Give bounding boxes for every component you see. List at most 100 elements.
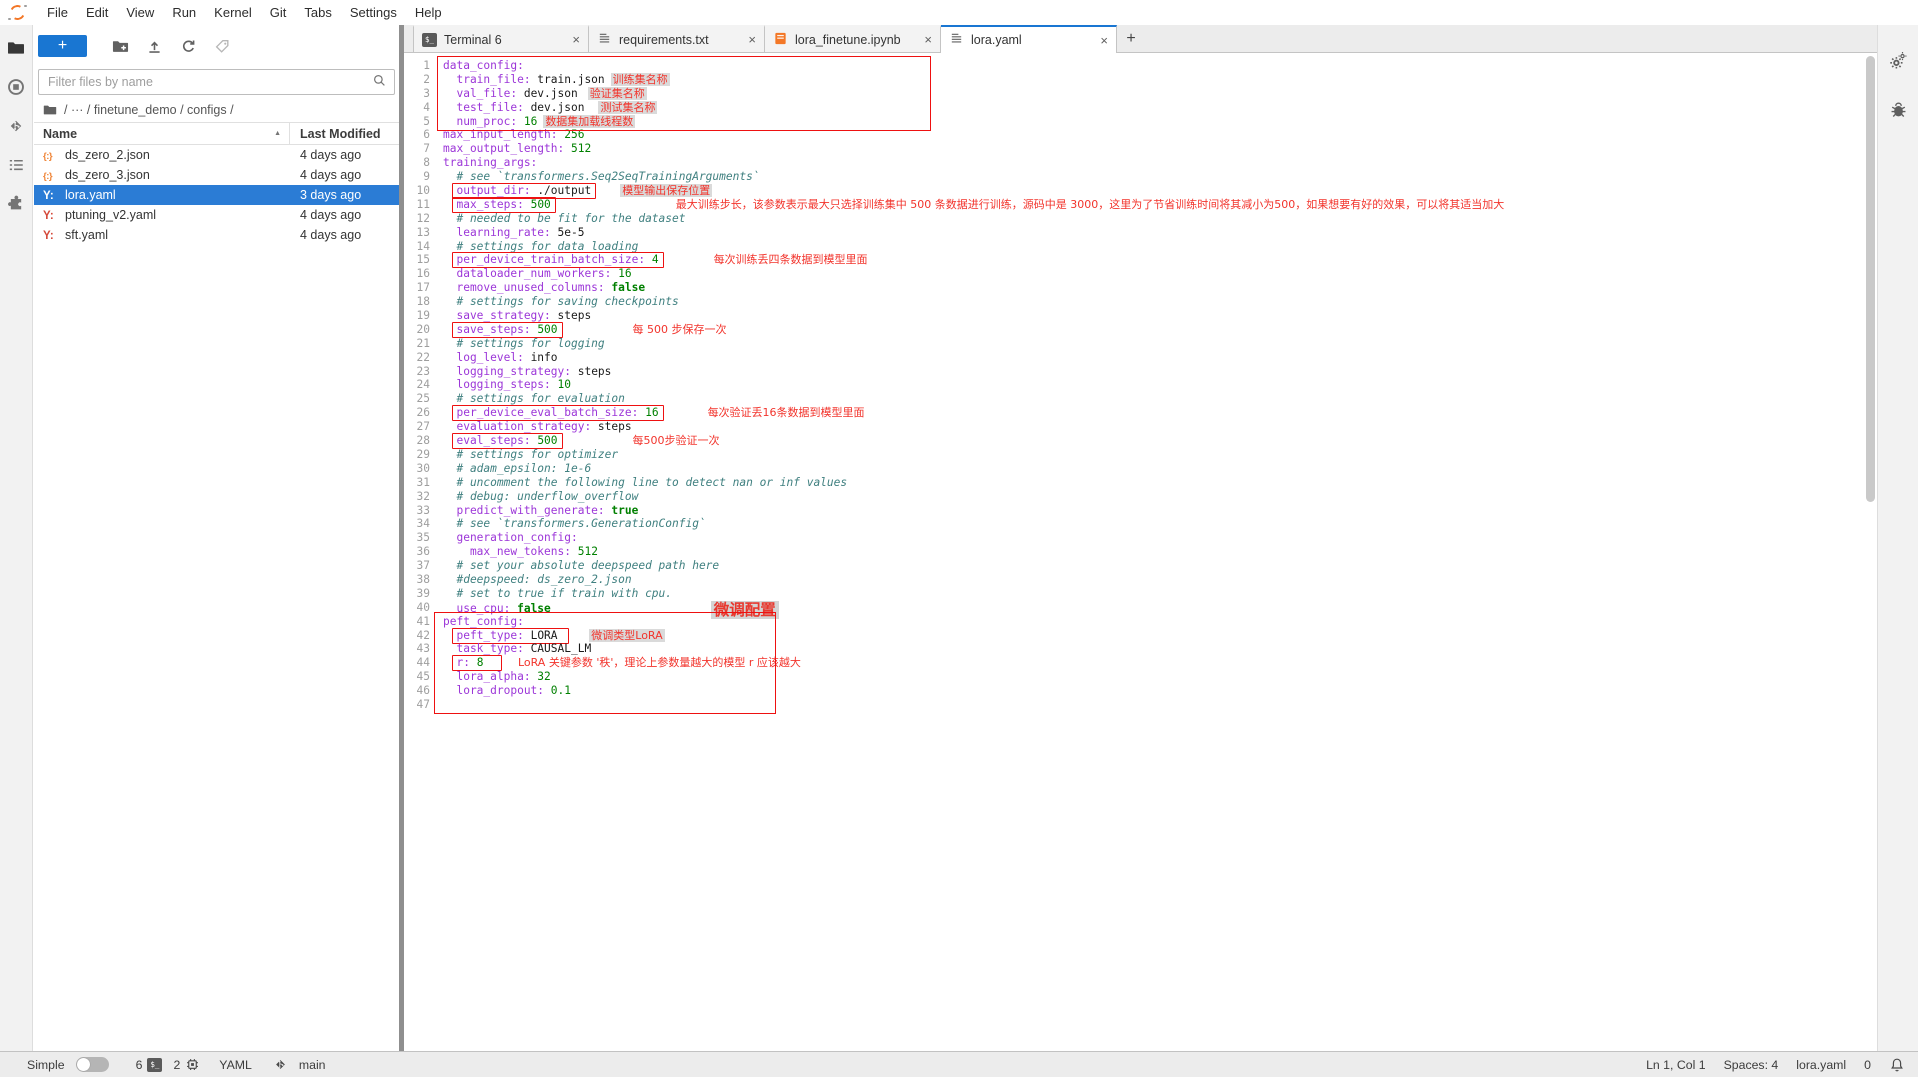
menu-item-view[interactable]: View <box>117 5 163 20</box>
menu-item-run[interactable]: Run <box>163 5 205 20</box>
breadcrumb-segment[interactable]: ··· <box>71 103 87 117</box>
line-number: 19 <box>404 309 430 323</box>
terminals-indicator[interactable]: 6 $_ <box>136 1058 163 1072</box>
menu-item-edit[interactable]: Edit <box>77 5 117 20</box>
kernels-indicator[interactable]: 2 <box>173 1057 200 1072</box>
file-row[interactable]: {:}ds_zero_3.json4 days ago <box>34 165 399 185</box>
line-number: 14 <box>404 240 430 254</box>
line-number: 27 <box>404 420 430 434</box>
breadcrumb-segment[interactable]: / <box>230 103 233 117</box>
menu-item-help[interactable]: Help <box>406 5 451 20</box>
line-number: 47 <box>404 698 430 712</box>
code-line-9: # see `transformers.Seq2SeqTrainingArgum… <box>443 170 1877 184</box>
filter-files-input[interactable] <box>46 74 372 90</box>
right-activity-bar <box>1877 25 1918 1051</box>
annotation-text: 训练集名称 <box>611 73 670 86</box>
notifications-count[interactable]: 0 <box>1864 1058 1871 1072</box>
menu-item-settings[interactable]: Settings <box>341 5 406 20</box>
breadcrumb-folder-icon[interactable] <box>43 103 57 117</box>
breadcrumb-segment[interactable]: / <box>64 103 71 117</box>
new-tab-button[interactable]: + <box>1117 26 1145 52</box>
line-number: 4 <box>404 101 430 115</box>
line-number: 18 <box>404 295 430 309</box>
tab-requirements-txt[interactable]: requirements.txt× <box>589 25 765 52</box>
code-line-37: # set your absolute deepspeed path here <box>443 559 1877 573</box>
column-header-name[interactable]: Name ▲ <box>34 127 289 141</box>
line-number: 41 <box>404 615 430 629</box>
property-inspector-gears-icon[interactable] <box>1889 51 1908 70</box>
code-line-34: # see `transformers.GenerationConfig` <box>443 517 1877 531</box>
spaces-indicator[interactable]: Spaces: 4 <box>1724 1058 1779 1072</box>
simple-mode-toggle[interactable] <box>76 1057 109 1072</box>
file-row[interactable]: Y:lora.yaml3 days ago <box>34 185 399 205</box>
kernel-chip-icon <box>185 1057 200 1072</box>
menu-item-file[interactable]: File <box>38 5 77 20</box>
code-line-11: max_steps: 500最大训练步长，该参数表示最大只选择训练集中 500 … <box>443 198 1877 212</box>
table-of-contents-icon[interactable] <box>7 156 25 174</box>
line-number: 35 <box>404 531 430 545</box>
annotation-text: 每500步验证一次 <box>633 434 720 447</box>
annotation-text: 最大训练步长，该参数表示最大只选择训练集中 500 条数据进行训练，源码中是 3… <box>676 198 1504 211</box>
file-name: sft.yaml <box>65 228 290 242</box>
close-icon[interactable]: × <box>572 32 580 47</box>
git-branch-name[interactable]: main <box>299 1058 326 1072</box>
status-bar-right: Ln 1, Col 1 Spaces: 4 lora.yaml 0 <box>1646 1057 1904 1072</box>
simple-mode-label: Simple <box>27 1058 65 1072</box>
close-icon[interactable]: × <box>1100 33 1108 48</box>
cursor-position[interactable]: Ln 1, Col 1 <box>1646 1058 1705 1072</box>
current-file-name: lora.yaml <box>1796 1058 1846 1072</box>
file-name: ptuning_v2.yaml <box>65 208 290 222</box>
close-icon[interactable]: × <box>748 32 756 47</box>
line-number: 26 <box>404 406 430 420</box>
language-mode[interactable]: YAML <box>219 1058 252 1072</box>
breadcrumb-segment[interactable]: finetune_demo <box>94 103 180 117</box>
code-line-28: eval_steps: 500每500步验证一次 <box>443 434 1877 448</box>
folder-icon[interactable] <box>7 39 25 57</box>
code-line-24: logging_steps: 10 <box>443 378 1877 392</box>
breadcrumb-segment[interactable]: / <box>87 103 94 117</box>
tag-icon[interactable] <box>214 38 231 55</box>
refresh-icon[interactable] <box>180 38 197 55</box>
file-name: ds_zero_3.json <box>65 168 290 182</box>
extensions-puzzle-icon[interactable] <box>7 195 25 213</box>
line-number: 37 <box>404 559 430 573</box>
file-row[interactable]: Y:ptuning_v2.yaml4 days ago <box>34 205 399 225</box>
breadcrumb-segment[interactable]: configs <box>187 103 230 117</box>
yaml-file-icon: Y: <box>43 188 65 202</box>
code-line-47 <box>443 698 1877 712</box>
tab-label: lora.yaml <box>971 33 1022 47</box>
line-number: 13 <box>404 226 430 240</box>
menu-item-kernel[interactable]: Kernel <box>205 5 261 20</box>
menu-items: FileEditViewRunKernelGitTabsSettingsHelp <box>38 4 451 22</box>
bell-icon[interactable] <box>1889 1057 1904 1072</box>
status-bar-left: Simple 6 $_ 2 YAML main <box>27 1057 326 1072</box>
code-line-40: use_cpu: false微调配置 <box>443 601 1877 615</box>
menu-item-git[interactable]: Git <box>261 5 296 20</box>
new-launcher-button[interactable]: + <box>38 35 87 57</box>
running-sessions-icon[interactable] <box>7 78 25 96</box>
tab-lora-yaml[interactable]: lora.yaml × <box>941 25 1117 53</box>
new-folder-icon[interactable] <box>112 38 129 55</box>
upload-icon[interactable] <box>146 38 163 55</box>
red-highlight-box: per_device_train_batch_size: 4 <box>452 252 663 268</box>
yaml-editor[interactable]: 1234567891011121314151617181920212223242… <box>404 53 1877 1051</box>
close-icon[interactable]: × <box>924 32 932 47</box>
line-number: 34 <box>404 517 430 531</box>
file-row[interactable]: {:}ds_zero_2.json4 days ago <box>34 145 399 165</box>
git-icon[interactable] <box>7 117 25 135</box>
column-header-modified[interactable]: Last Modified <box>289 123 399 144</box>
text-file-icon <box>949 31 964 49</box>
tab-label: lora_finetune.ipynb <box>795 33 901 47</box>
annotation-text: 每次训练丢四条数据到模型里面 <box>714 253 868 266</box>
code-line-7: max_output_length: 512 <box>443 142 1877 156</box>
menu-item-tabs[interactable]: Tabs <box>295 5 340 20</box>
red-highlight-box: peft_type: LORA <box>452 628 569 644</box>
file-row[interactable]: Y:sft.yaml4 days ago <box>34 225 399 245</box>
tab-lora-finetune-ipynb[interactable]: lora_finetune.ipynb × <box>765 25 941 52</box>
breadcrumb-segment[interactable]: / <box>180 103 187 117</box>
name-column-label: Name <box>43 127 77 141</box>
tab-terminal-6[interactable]: $_Terminal 6× <box>413 25 589 52</box>
code-line-4: test_file: dev.json测试集名称 <box>443 101 1877 115</box>
debugger-bug-icon[interactable] <box>1889 100 1908 119</box>
editor-scrollbar-thumb[interactable] <box>1866 56 1875 502</box>
